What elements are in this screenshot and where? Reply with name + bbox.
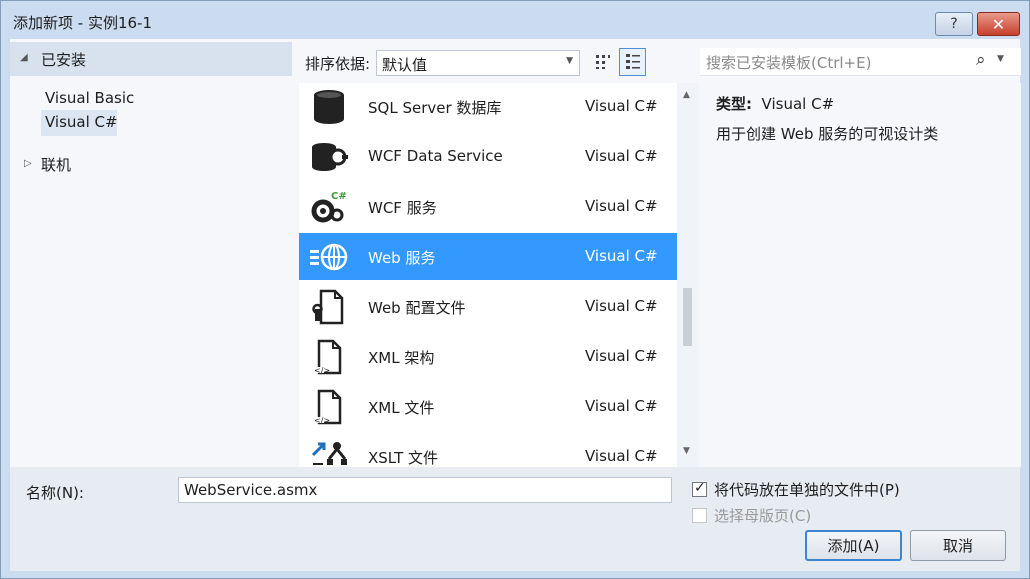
svg-text:C#: C# [331,191,347,202]
template-row[interactable]: C# WCF 服务 Visual C# [299,183,677,230]
template-language: Visual C# [585,247,658,265]
template-name: WCF Data Service [368,147,503,165]
template-language: Visual C# [585,397,658,415]
window-title: 添加新项 - 实例16-1 [13,14,152,32]
template-row[interactable]: </> XML 文件 Visual C# [299,383,677,430]
separate-file-label[interactable]: 将代码放在单独的文件中(P) [714,479,900,500]
add-new-item-dialog: 添加新项 - 实例16-1 ? ✕ ◢ 已安装 Visual Basic Vis… [0,0,1030,579]
template-list-scrollbar[interactable]: ▲ ▼ [677,83,699,467]
web-service-icon [310,243,348,271]
template-language: Visual C# [585,447,658,465]
template-row[interactable]: XSLT 文件 Visual C# [299,433,677,467]
template-name: XSLT 文件 [368,449,439,467]
close-button[interactable]: ✕ [977,12,1020,36]
type-value: Visual C# [761,95,835,113]
tree-node-visual-basic[interactable]: Visual Basic [45,89,134,107]
tree-node-installed[interactable]: ◢ 已安装 [10,42,292,76]
template-row[interactable]: </> XML 架构 Visual C# [299,333,677,380]
template-name: XML 架构 [368,349,435,367]
category-tree: ◢ 已安装 Visual Basic Visual C# ▷ 联机 [10,39,292,467]
master-page-label[interactable]: 选择母版页(C) [714,505,811,526]
template-language: Visual C# [585,347,658,365]
sort-label: 排序依据: [305,55,371,73]
small-icons-icon [595,55,610,69]
expanded-arrow-icon[interactable]: ◢ [20,52,28,63]
tree-node-online[interactable]: 联机 [41,154,71,175]
list-view-button[interactable] [619,48,646,76]
template-list: SQL Server 数据库 Visual C# WCF Data Servic… [299,83,677,467]
search-icon[interactable]: ⌕ [976,50,986,70]
dialog-body: ◢ 已安装 Visual Basic Visual C# ▷ 联机 排序依据: … [10,39,1021,571]
template-details-panel: 类型: Visual C# 用于创建 Web 服务的可视设计类 [700,83,1021,467]
template-language: Visual C# [585,147,658,165]
template-type: 类型: Visual C# [716,93,834,114]
xml-schema-icon: </> [314,339,342,375]
template-language: Visual C# [585,197,658,215]
template-name: XML 文件 [368,399,435,417]
sort-select[interactable]: 默认值 ▼ [376,50,580,76]
template-row[interactable]: Web 配置文件 Visual C# [299,283,677,330]
small-icons-view-button[interactable] [589,48,616,76]
scroll-down-icon[interactable]: ▼ [683,446,690,456]
template-row-selected[interactable]: Web 服务 Visual C# [299,233,677,280]
add-button[interactable]: 添加(A) [805,530,902,561]
data-service-icon [312,143,348,171]
template-language: Visual C# [585,297,658,315]
scroll-thumb[interactable] [683,288,692,346]
svg-text:</>: </> [314,416,330,425]
config-file-icon [312,289,344,325]
template-name: Web 配置文件 [368,299,466,317]
template-name: Web 服务 [368,249,436,267]
type-label: 类型: [716,95,752,113]
sort-value: 默认值 [382,56,428,74]
scroll-up-icon[interactable]: ▲ [683,90,690,100]
name-input-value: WebService.asmx [184,481,318,499]
wcf-service-icon: C# [311,191,347,223]
database-icon [314,90,344,124]
search-options-chevron-icon[interactable]: ▼ [997,54,1004,64]
template-name: WCF 服务 [368,199,437,217]
search-placeholder: 搜索已安装模板(Ctrl+E) [706,54,872,72]
list-view-icon [625,54,640,69]
collapsed-arrow-icon[interactable]: ▷ [24,158,32,169]
xml-file-icon: </> [314,389,342,425]
title-bar: 添加新项 - 实例16-1 ? ✕ [1,1,1029,39]
chevron-down-icon: ▼ [566,56,573,66]
tree-node-visual-csharp[interactable]: Visual C# [45,113,118,131]
template-language: Visual C# [585,97,658,115]
name-label: 名称(N): [26,484,84,502]
name-input[interactable]: WebService.asmx [178,477,672,503]
template-description: 用于创建 Web 服务的可视设计类 [716,125,939,143]
template-row[interactable]: SQL Server 数据库 Visual C# [299,83,677,130]
separate-file-checkbox[interactable] [692,480,707,497]
cancel-button[interactable]: 取消 [910,530,1006,561]
xslt-file-icon [311,442,347,465]
svg-text:</>: </> [314,366,330,375]
template-row[interactable]: WCF Data Service Visual C# [299,133,677,180]
template-name: SQL Server 数据库 [368,99,502,117]
master-page-checkbox[interactable] [692,508,707,523]
tree-node-installed-label: 已安装 [41,51,87,69]
template-search-input[interactable]: 搜索已安装模板(Ctrl+E) ⌕ ▼ [700,48,1021,76]
help-button[interactable]: ? [935,12,973,36]
